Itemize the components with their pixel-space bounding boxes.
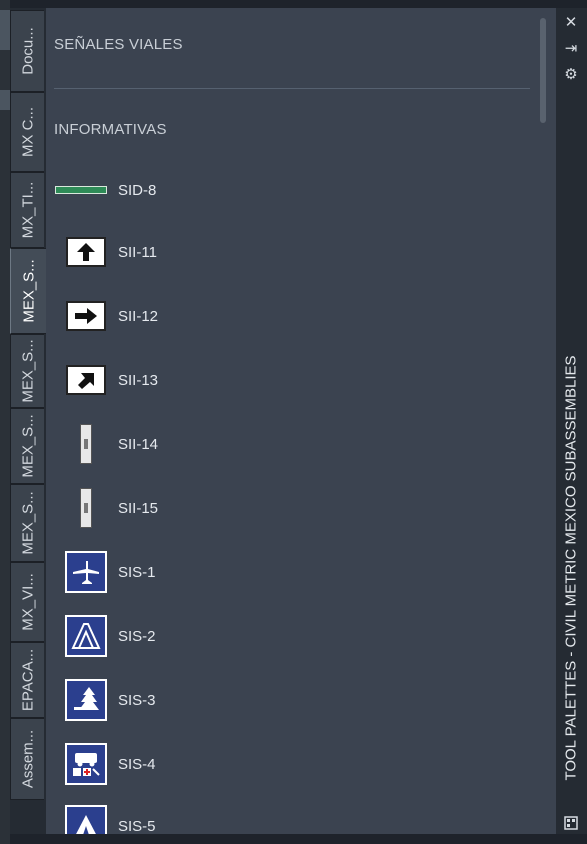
tab-mex-s-active[interactable]: MEX_S... [10, 248, 46, 334]
tab-label: Assem... [19, 729, 36, 789]
palette-title-bar[interactable]: ✕ ⇥ ⚙ TOOL PALETTES - CIVIL METRIC MEXIC… [556, 8, 587, 834]
palette-content[interactable]: SEÑALES VIALES INFORMATIVAS SID-8 SII-11… [46, 8, 556, 834]
tab-label: MX_TI... [19, 181, 36, 239]
tab-mex-s-2[interactable]: MEX_S... [10, 334, 44, 408]
tab-label: Docu... [19, 27, 36, 75]
scrollbar-thumb[interactable] [540, 18, 546, 123]
palette-tabs: Docu... MX C... MX_TI... MEX_S... MEX_S.… [10, 8, 46, 834]
tool-item-sii-13[interactable]: SII-13 [64, 358, 158, 402]
tool-label: SIS-3 [118, 691, 156, 709]
tool-item-sis-4[interactable]: SIS-4 [64, 742, 156, 786]
background-glimpse [0, 90, 10, 110]
tool-label: SIS-5 [118, 817, 156, 835]
arrow-diagonal-sign-icon [64, 358, 108, 402]
tab-mex-s-3[interactable]: MEX_S... [10, 408, 44, 484]
tab-label: MX C... [19, 106, 36, 158]
tool-item-sis-3[interactable]: SIS-3 [64, 678, 156, 722]
section-divider [54, 88, 530, 89]
tool-label: SII-12 [118, 307, 159, 325]
airport-sign-icon [64, 550, 108, 594]
tab-assem[interactable]: Assem... [10, 718, 44, 800]
tool-item-sii-15[interactable]: SII-15 [64, 486, 158, 530]
tool-label: SII-14 [118, 435, 159, 453]
post-sign-icon [64, 486, 108, 530]
tool-label: SID-8 [118, 181, 157, 199]
green-guide-sign-icon [55, 168, 108, 212]
tab-docu[interactable]: Docu... [10, 10, 44, 92]
forest-sign-icon [64, 678, 108, 722]
tool-item-sis-5[interactable]: SIS-5 [64, 804, 156, 834]
tool-item-sii-14[interactable]: SII-14 [64, 422, 158, 466]
tab-epaca[interactable]: EPACA... [10, 642, 44, 718]
arrow-right-sign-icon [64, 294, 108, 338]
tool-item-sis-2[interactable]: SIS-2 [64, 614, 156, 658]
tab-label: MEX_S... [19, 339, 36, 403]
tool-label: SIS-2 [118, 627, 156, 645]
palette-title: TOOL PALETTES - CIVIL METRIC MEXICO SUBA… [562, 355, 580, 781]
camping-sign-icon [64, 804, 108, 834]
arrow-up-sign-icon [64, 230, 108, 274]
ambulance-sign-icon [64, 742, 108, 786]
tool-item-sii-12[interactable]: SII-12 [64, 294, 158, 338]
left-edge-strip [0, 0, 10, 844]
properties-icon[interactable]: ⚙ [562, 66, 580, 84]
tab-label: MEX_S... [19, 414, 36, 478]
tab-mx-c[interactable]: MX C... [10, 92, 44, 172]
tab-label: EPACA... [19, 648, 36, 712]
close-icon[interactable]: ✕ [562, 14, 580, 32]
tool-label: SII-15 [118, 499, 159, 517]
tab-mex-s-4[interactable]: MEX_S... [10, 484, 44, 562]
palette-stack-icon[interactable] [564, 816, 578, 830]
tab-label: MEX_S... [19, 491, 36, 555]
background-glimpse [0, 10, 10, 50]
section-header-informativas: INFORMATIVAS [54, 121, 167, 138]
tab-mx-vi[interactable]: MX_VI... [10, 562, 44, 642]
section-header-senales-viales: SEÑALES VIALES [54, 36, 183, 53]
tunnel-sign-icon [64, 614, 108, 658]
tool-item-sis-1[interactable]: SIS-1 [64, 550, 156, 594]
autohide-icon[interactable]: ⇥ [562, 40, 580, 58]
tool-label: SII-13 [118, 371, 159, 389]
tool-label: SII-11 [118, 243, 157, 261]
tab-label: MX_VI... [19, 573, 36, 631]
tool-item-sii-11[interactable]: SII-11 [64, 230, 157, 274]
tool-item-sid-8[interactable]: SID-8 [55, 168, 157, 212]
tool-label: SIS-4 [118, 755, 156, 773]
post-sign-icon [64, 422, 108, 466]
tab-mx-ti[interactable]: MX_TI... [10, 172, 44, 248]
tab-label: MEX_S... [20, 259, 37, 323]
tool-label: SIS-1 [118, 563, 156, 581]
